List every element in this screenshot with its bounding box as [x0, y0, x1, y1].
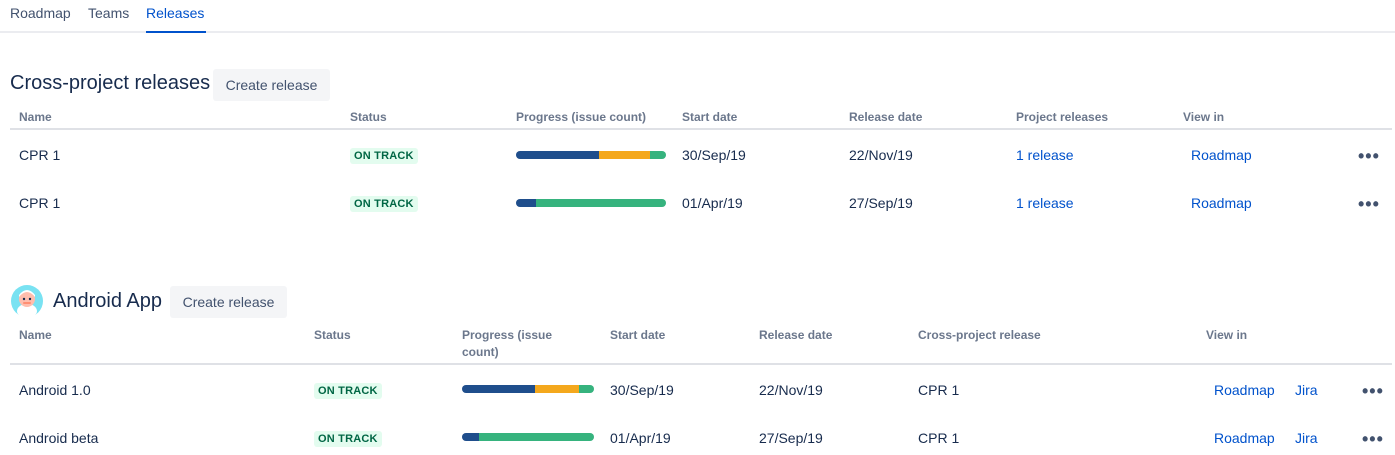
status-badge: ON TRACK: [314, 383, 382, 399]
view-in-roadmap-link[interactable]: Roadmap: [1191, 194, 1252, 212]
progress-done-segment: [516, 199, 536, 207]
create-release-button[interactable]: Create release: [170, 286, 287, 318]
start-date: 30/Sep/19: [610, 382, 674, 398]
progress-bar: [516, 199, 666, 207]
release-name: CPR 1: [19, 195, 61, 211]
start-date: 01/Apr/19: [682, 195, 743, 211]
tab-releases[interactable]: Releases: [146, 5, 206, 33]
progress-in-progress-segment: [534, 385, 580, 393]
create-release-button[interactable]: Create release: [213, 69, 330, 101]
column-header-progress-line1: Progress (issue: [462, 328, 553, 342]
progress-todo-segment: [579, 385, 594, 393]
more-actions-icon[interactable]: •••: [1358, 147, 1380, 165]
view-in-roadmap-link[interactable]: Roadmap: [1191, 146, 1252, 164]
cross-project-title: Cross-project releases: [10, 72, 211, 94]
status-badge: ON TRACK: [350, 196, 418, 212]
view-in-roadmap-link[interactable]: Roadmap: [1214, 429, 1275, 447]
more-actions-icon[interactable]: •••: [1362, 430, 1384, 448]
tab-roadmap[interactable]: Roadmap: [10, 5, 71, 33]
more-actions-icon[interactable]: •••: [1362, 382, 1384, 400]
progress-done-segment: [516, 151, 599, 159]
column-header-cross-project-release: Cross-project release: [918, 328, 1041, 342]
progress-bar: [462, 433, 594, 441]
project-releases-link[interactable]: 1 release: [1016, 146, 1074, 164]
release-name: CPR 1: [19, 147, 61, 163]
status-badge: ON TRACK: [314, 431, 382, 447]
progress-done-segment: [462, 433, 480, 441]
start-date: 01/Apr/19: [610, 430, 671, 446]
progress-bar: [516, 151, 666, 159]
view-in-roadmap-link[interactable]: Roadmap: [1214, 381, 1275, 399]
progress-todo-segment: [649, 151, 666, 159]
column-header-release-date: Release date: [759, 328, 833, 342]
release-name: Android 1.0: [19, 382, 91, 398]
cross-project-release: CPR 1: [918, 382, 960, 398]
view-in-jira-link[interactable]: Jira: [1295, 381, 1318, 399]
progress-bar: [462, 385, 594, 393]
progress-in-progress-segment: [598, 151, 650, 159]
project-title: Android App: [53, 290, 162, 312]
android-project-avatar-icon: [11, 285, 43, 317]
top-nav: Roadmap Teams Releases: [0, 0, 1395, 33]
column-header-status: Status: [350, 110, 387, 124]
column-header-status: Status: [314, 328, 351, 342]
column-header-view-in: View in: [1183, 110, 1225, 124]
column-header-progress: Progress (issue count): [462, 327, 552, 361]
project-releases-link[interactable]: 1 release: [1016, 194, 1074, 212]
start-date: 30/Sep/19: [682, 147, 746, 163]
column-header-project-releases: Project releases: [1016, 110, 1109, 124]
column-header-view-in: View in: [1206, 328, 1248, 342]
view-in-jira-link[interactable]: Jira: [1295, 429, 1318, 447]
status-badge: ON TRACK: [350, 148, 418, 164]
release-date: 22/Nov/19: [759, 382, 823, 398]
release-date: 27/Sep/19: [759, 430, 823, 446]
column-header-name: Name: [19, 328, 52, 342]
table-header-divider: [10, 128, 1392, 130]
release-date: 22/Nov/19: [849, 147, 913, 163]
column-header-name: Name: [19, 110, 52, 124]
progress-todo-segment: [535, 199, 666, 207]
progress-done-segment: [462, 385, 535, 393]
progress-todo-segment: [479, 433, 594, 441]
tab-teams[interactable]: Teams: [88, 5, 129, 33]
column-header-progress-line2: count): [462, 345, 499, 359]
cross-project-release: CPR 1: [918, 430, 960, 446]
column-header-start-date: Start date: [682, 110, 738, 124]
table-header-divider: [10, 363, 1392, 365]
release-name: Android beta: [19, 430, 99, 446]
column-header-progress: Progress (issue count): [516, 110, 647, 124]
column-header-start-date: Start date: [610, 328, 666, 342]
more-actions-icon[interactable]: •••: [1358, 195, 1380, 213]
release-date: 27/Sep/19: [849, 195, 913, 211]
column-header-release-date: Release date: [849, 110, 923, 124]
